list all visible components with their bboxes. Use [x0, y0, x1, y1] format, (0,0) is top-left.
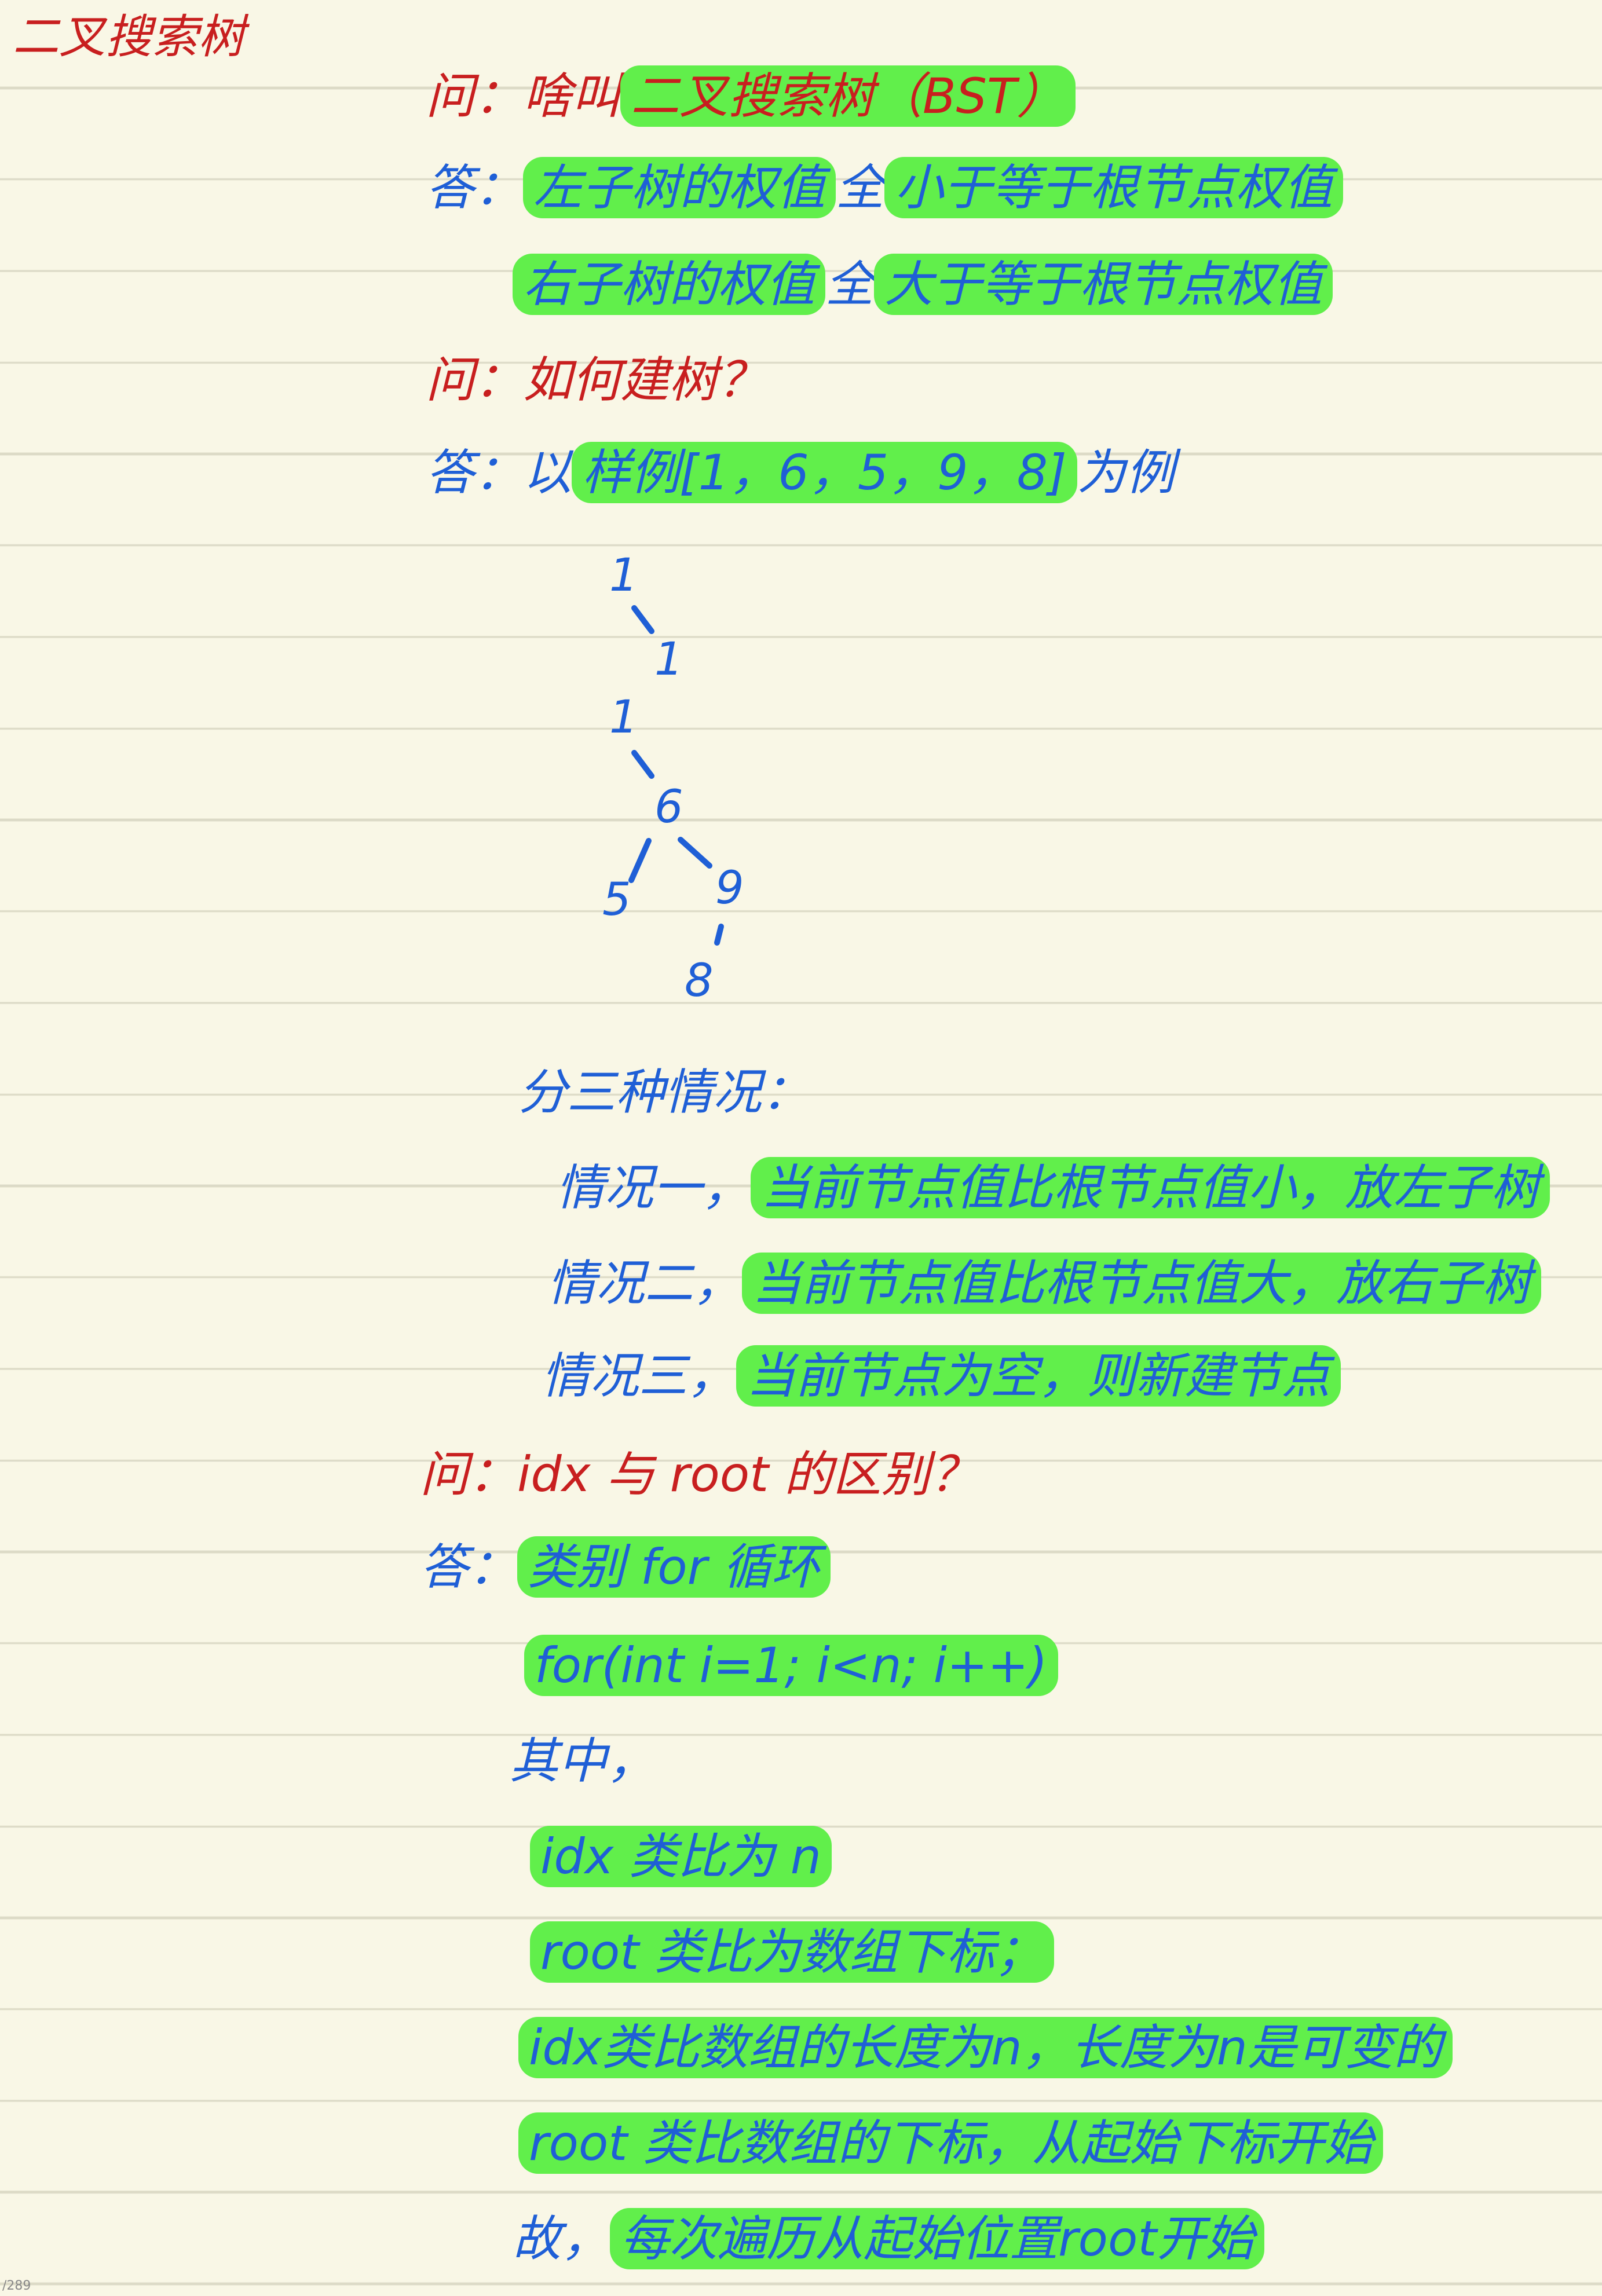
answer-prefix: 答： [420, 1539, 518, 1595]
answer-prefix: 答： [426, 159, 524, 216]
answer-text: 以 [523, 444, 572, 501]
bst-tree-diagram: 1 1 1 6 5 9 8 [568, 544, 811, 1019]
question-prefix: 问： [420, 1446, 518, 1503]
tree-node: 1 [609, 550, 638, 602]
question-text: 如何建树？ [523, 351, 767, 408]
answer-2: 答：以 样例[1，6，5，9，8] 为例 [426, 442, 1175, 503]
notebook-page: 二叉搜索树 问：啥叫 二叉搜索树（BST） 答： 左子树的权值全小于等于根节点权值 … [0, 0, 1602, 2296]
highlight-text: idx 类比为 n [530, 1826, 832, 1887]
highlight-text: 当前节点值比根节点值大，放右子树 [742, 1253, 1542, 1314]
case-3: 情况三， 当前节点为空，则新建节点 [542, 1345, 1341, 1407]
highlight-text: 当前节点值比根节点值小，放左子树 [751, 1157, 1550, 1218]
tree-edge [714, 924, 724, 946]
answer-3-item-3: idx类比数组的长度为n，长度为n是可变的 [518, 2017, 1453, 2078]
question-3: 问：idx 与 root 的区别？ [420, 1448, 979, 1501]
highlight-text: 类别 for 循环 [517, 1536, 831, 1598]
page-number: /289 [2, 2279, 31, 2293]
tree-svg: 1 1 1 6 5 9 8 [602, 550, 744, 1007]
case-1: 情况一， 当前节点值比根节点值小，放左子树 [556, 1157, 1550, 1218]
highlight-text: 每次遍历从起始位置root开始 [610, 2208, 1265, 2269]
highlight-text: 当前节点为空，则新建节点 [736, 1345, 1341, 1407]
highlight-term: 二叉搜索树（BST） [620, 65, 1076, 127]
tree-node: 8 [685, 955, 714, 1007]
tree-edge [628, 838, 652, 883]
question-text: idx 与 root 的区别？ [517, 1446, 979, 1503]
answer-1-line-2: 右子树的权值全大于等于根节点权值 [513, 254, 1333, 315]
highlight-code: for(int i=1; i<n; i++) [524, 1635, 1058, 1696]
highlight-text: 小于等于根节点权值 [884, 157, 1344, 218]
question-2: 问：如何建树？ [426, 353, 766, 407]
case-label: 情况二， [547, 1255, 743, 1312]
tree-node: 9 [715, 862, 744, 914]
question-prefix: 问： [426, 351, 524, 408]
tree-node: 6 [654, 781, 683, 833]
case-label: 情况一， [556, 1159, 751, 1216]
question-prefix: 问： [426, 68, 524, 124]
highlight-text: idx类比数组的长度为n，长度为n是可变的 [518, 2017, 1453, 2078]
cases-intro: 分三种情况： [518, 1064, 811, 1120]
answer-1-line-1: 答： 左子树的权值全小于等于根节点权值 [426, 157, 1344, 218]
answer-text: 为例 [1077, 444, 1175, 501]
answer-3: 答： 类别 for 循环 [420, 1536, 831, 1598]
tree-edge [631, 750, 654, 779]
tree-edge [631, 605, 654, 634]
answer-3-item-2: root 类比为数组下标； [530, 1921, 1054, 1983]
tree-node: 1 [609, 691, 638, 744]
answer-3-item-1: idx 类比为 n [530, 1826, 832, 1887]
question-1: 问：啥叫 二叉搜索树（BST） [426, 65, 1076, 127]
tree-node: 5 [602, 874, 631, 926]
answer-3-item-4: root 类比数组的下标，从起始下标开始 [518, 2112, 1383, 2174]
answer-3-amid: 其中， [510, 1733, 656, 1789]
highlight-text: root 类比为数组下标； [530, 1921, 1054, 1983]
code-line: for(int i=1; i<n; i++) [524, 1635, 1058, 1696]
highlight-text: 大于等于根节点权值 [874, 254, 1333, 315]
page-title: 二叉搜索树 [13, 10, 244, 64]
highlight-text: 样例[1，6，5，9，8] [572, 442, 1077, 503]
case-2: 情况二， 当前节点值比根节点值大，放右子树 [547, 1253, 1542, 1314]
answer-3-conclusion: 故， 每次遍历从起始位置root开始 [513, 2208, 1265, 2269]
tree-edge [678, 837, 712, 869]
answer-text: 全 [825, 256, 875, 313]
answer-text: 全 [836, 159, 885, 216]
conclusion-text: 故， [513, 2210, 610, 2267]
highlight-text: 右子树的权值 [513, 254, 826, 315]
highlight-text: 左子树的权值 [523, 157, 836, 218]
highlight-text: root 类比数组的下标，从起始下标开始 [518, 2112, 1383, 2174]
question-text: 啥叫 [523, 68, 621, 124]
tree-node: 1 [654, 633, 683, 686]
answer-prefix: 答： [426, 444, 524, 501]
case-label: 情况三， [542, 1347, 737, 1404]
